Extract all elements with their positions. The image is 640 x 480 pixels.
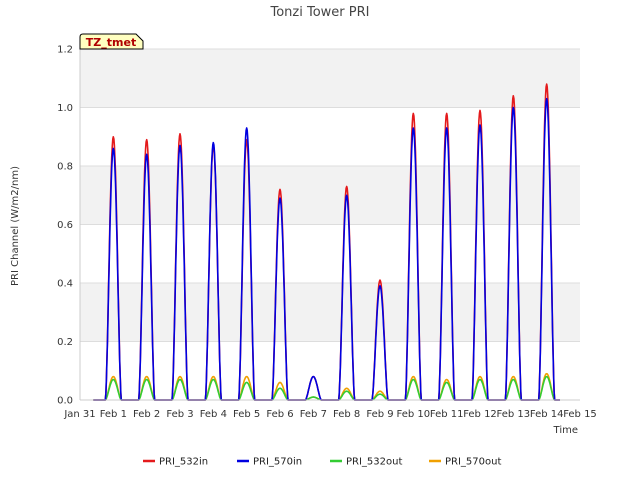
legend-label: PRI_570out	[445, 457, 501, 468]
x-tick-label: Jan 31	[63, 409, 95, 420]
chart: Jan 31 Feb 1 Feb 2 Feb 3 Feb 4 Feb 5 Feb 6 Feb …	[10, 5, 597, 468]
x-tick-label: Feb 7	[300, 409, 327, 420]
legend: PRI_532in PRI_570in PRI_532out PRI_570out	[143, 457, 501, 468]
legend-item: PRI_570in	[237, 457, 302, 468]
x-tick-label: Feb 10	[397, 409, 431, 420]
chart-title: Tonzi Tower PRI	[270, 5, 370, 20]
y-axis-label: PRI Channel (W/m2/nm)	[10, 166, 21, 286]
legend-label: PRI_570in	[253, 457, 302, 468]
x-tick-label: Feb 8	[333, 409, 360, 420]
y-tick-label: 0.6	[57, 220, 73, 231]
y-tick-labels: 0.0 0.2 0.4 0.6 0.8 1.0 1.2	[57, 45, 73, 407]
y-tick-label: 0.8	[57, 162, 73, 173]
x-tick-label: Feb 1	[100, 409, 127, 420]
annotation-box: TZ_tmet	[79, 33, 144, 50]
x-tick-label: Feb 3	[166, 409, 193, 420]
x-tick-label: Feb 2	[133, 409, 160, 420]
x-tick-labels: Jan 31 Feb 1 Feb 2 Feb 3 Feb 4 Feb 5 Feb 6 Feb …	[63, 409, 596, 420]
x-tick-label: Feb 14	[530, 409, 564, 420]
grid-band	[80, 166, 580, 225]
y-tick-label: 1.2	[57, 45, 73, 56]
legend-item: PRI_532in	[143, 457, 208, 468]
grid-band	[80, 283, 580, 342]
x-tick-label: Feb 6	[266, 409, 293, 420]
legend-label: PRI_532in	[159, 457, 208, 468]
y-tick-label: 1.0	[57, 103, 73, 114]
grid-band	[80, 49, 580, 108]
x-tick-label: Feb 4	[200, 409, 227, 420]
x-axis-label: Time	[553, 425, 578, 436]
x-tick-label: Feb 11	[430, 409, 464, 420]
y-tick-label: 0.0	[57, 396, 73, 407]
x-tick-label: Feb 15	[563, 409, 597, 420]
annotation-label: TZ_tmet	[86, 36, 136, 49]
x-tick-label: Feb 12	[463, 409, 497, 420]
x-tick-label: Feb 13	[497, 409, 531, 420]
x-tick-label: Feb 5	[233, 409, 260, 420]
y-tick-label: 0.2	[57, 337, 73, 348]
legend-label: PRI_532out	[346, 457, 402, 468]
legend-item: PRI_532out	[330, 457, 402, 468]
x-tick-label: Feb 9	[366, 409, 393, 420]
legend-item: PRI_570out	[429, 457, 501, 468]
y-tick-label: 0.4	[57, 279, 73, 290]
